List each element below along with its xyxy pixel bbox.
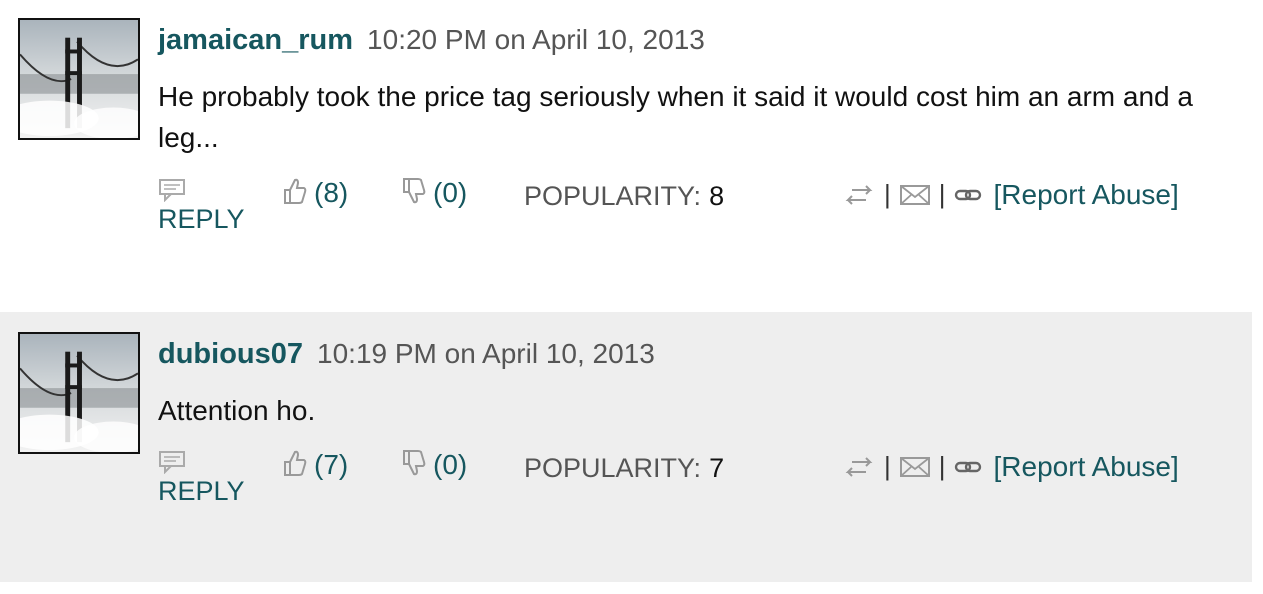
report-abuse-link[interactable]: [Report Abuse]	[994, 451, 1179, 482]
popularity-value: 7	[709, 453, 725, 483]
share-arrows-icon[interactable]	[842, 184, 876, 206]
comment-item: jamaican_rum 10:20 PM on April 10, 2013 H…	[0, 0, 1252, 290]
report-abuse-link[interactable]: [Report Abuse]	[994, 179, 1179, 210]
comment-text: Attention ho.	[158, 395, 316, 426]
comment-header: dubious07 10:19 PM on April 10, 2013	[158, 338, 655, 371]
username-link[interactable]: jamaican_rum	[158, 24, 353, 56]
comment-actions: REPLY (8) (0) POPULARITY: 8 | | [Report …	[0, 172, 1252, 242]
popularity-label: POPULARITY:	[524, 181, 702, 211]
envelope-icon[interactable]	[899, 183, 931, 207]
separator: |	[938, 451, 946, 482]
dislike-count: (0)	[433, 449, 468, 480]
separator: |	[884, 451, 891, 482]
chain-link-icon[interactable]	[954, 187, 982, 203]
like-count: (7)	[314, 449, 349, 480]
separator: |	[884, 179, 891, 210]
like-button[interactable]: (7)	[282, 448, 348, 481]
reply-button[interactable]: REPLY	[158, 178, 258, 234]
comment-tools: | | [Report Abuse]	[842, 449, 1179, 485]
bridge-fog-avatar-image	[20, 20, 138, 138]
bridge-fog-avatar-image	[20, 334, 138, 452]
comment-actions: REPLY (7) (0) POPULARITY: 7 | | [Report …	[0, 444, 1252, 514]
reply-label[interactable]: REPLY	[158, 204, 245, 235]
popularity-score: POPULARITY: 7	[524, 453, 724, 484]
avatar[interactable]	[18, 18, 140, 140]
separator: |	[938, 179, 946, 210]
thumbs-up-icon	[284, 450, 307, 476]
comment-tools: | | [Report Abuse]	[842, 177, 1179, 213]
timestamp: 10:19 PM on April 10, 2013	[317, 338, 655, 369]
reply-button[interactable]: REPLY	[158, 450, 258, 506]
like-button[interactable]: (8)	[282, 176, 348, 209]
dislike-button[interactable]: (0)	[401, 176, 467, 209]
dislike-button[interactable]: (0)	[401, 448, 467, 481]
like-count: (8)	[314, 177, 349, 208]
popularity-value: 8	[709, 181, 725, 211]
comment-item: dubious07 10:19 PM on April 10, 2013 Atte…	[0, 312, 1252, 582]
popularity-score: POPULARITY: 8	[524, 181, 724, 212]
share-arrows-icon[interactable]	[842, 456, 876, 478]
reply-label[interactable]: REPLY	[158, 476, 245, 507]
username-link[interactable]: dubious07	[158, 338, 303, 370]
dislike-count: (0)	[433, 177, 468, 208]
avatar[interactable]	[18, 332, 140, 454]
comment-text: He probably took the price tag seriously…	[158, 81, 1193, 153]
comment-header: jamaican_rum 10:20 PM on April 10, 2013	[158, 24, 705, 57]
thumbs-down-icon	[403, 178, 426, 204]
chain-link-icon[interactable]	[954, 459, 982, 475]
thumbs-up-icon	[284, 178, 307, 204]
thumbs-down-icon	[403, 450, 426, 476]
speech-bubble-icon	[159, 451, 185, 474]
timestamp: 10:20 PM on April 10, 2013	[367, 24, 705, 55]
speech-bubble-icon	[159, 179, 185, 202]
popularity-label: POPULARITY:	[524, 453, 702, 483]
envelope-icon[interactable]	[899, 455, 931, 479]
